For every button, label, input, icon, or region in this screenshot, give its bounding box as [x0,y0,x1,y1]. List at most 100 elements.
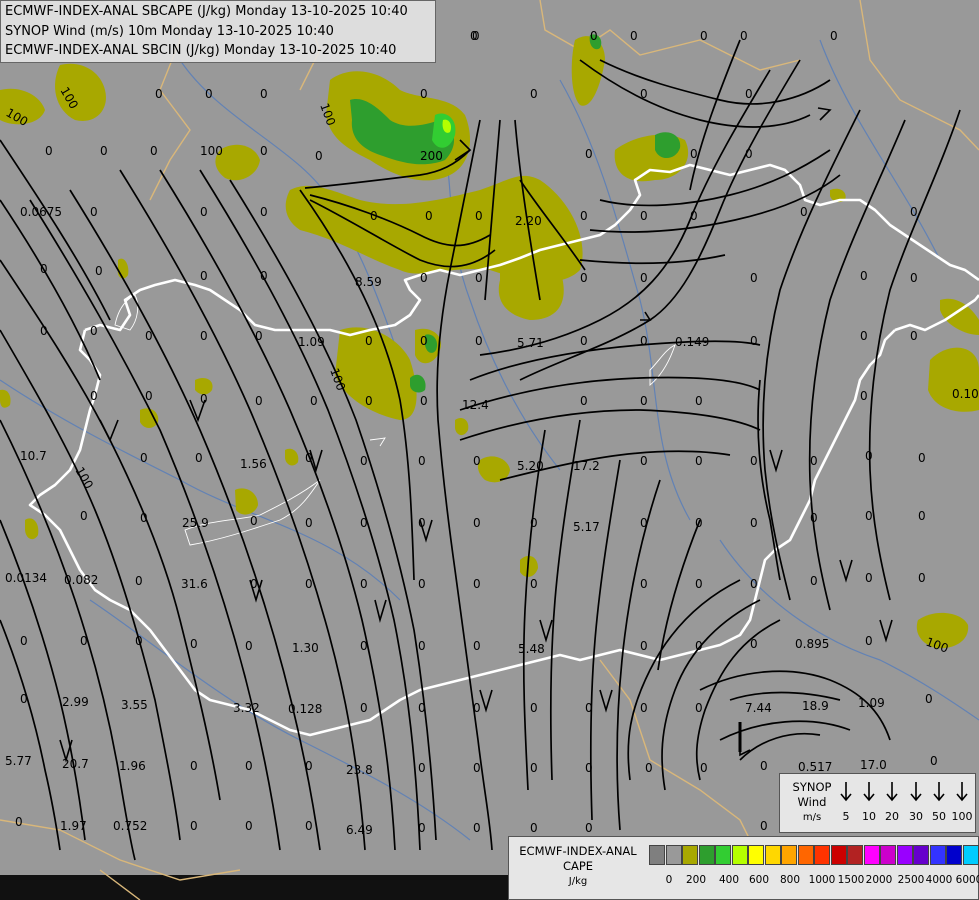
cape-value-label: 0 [418,821,426,835]
cape-value-label: 0 [473,577,481,591]
cape-value-label: 0 [80,509,88,523]
cape-color-swatch [946,845,962,865]
cape-value-label: 0 [750,271,758,285]
cape-value-label: 0 [90,324,98,338]
cape-value-label: 5.17 [573,520,600,534]
cape-value-label: 0 [315,149,323,163]
wind-speed-label: 100 [951,810,973,823]
cape-value-label: 0 [370,209,378,223]
cape-value-label: 0 [155,87,163,101]
cape-legend-title: ECMWF-INDEX-ANAL CAPE J/kg [513,844,643,889]
cape-value-label: 0 [530,87,538,101]
cape-value-label: 0 [745,147,753,161]
cape-value-label: 0 [580,394,588,408]
cape-value-label: 7.44 [745,701,772,715]
cape-value-label: 0 [750,577,758,591]
cape-color-swatch [715,845,731,865]
cape-value-label: 0 [530,761,538,775]
header-cape-line: ECMWF-INDEX-ANAL SBCAPE (J/kg) Monday 13… [5,4,408,19]
cape-legend-unit: J/kg [568,876,588,887]
cape-value-label: 0 [580,271,588,285]
cape-value-label: 0 [425,209,433,223]
cape-value-label: 0 [360,577,368,591]
cape-value-label: 0 [585,147,593,161]
cape-value-label: 0 [580,209,588,223]
cape-value-label: 0 [580,334,588,348]
cape-value-label: 0.0134 [5,571,47,585]
cape-color-swatch [748,845,764,865]
cape-color-swatch [731,845,748,865]
cape-tick-label: 200 [685,874,707,886]
cape-value-label: 0 [190,759,198,773]
cape-value-label: 0 [640,271,648,285]
cape-color-swatch [830,845,847,865]
cape-value-label: 0 [245,759,253,773]
cape-value-label: 0 [640,394,648,408]
wind-speed-label: 10 [862,810,876,823]
cape-tick-label: 1500 [837,874,865,886]
cape-value-label: 0 [200,392,208,406]
cape-value-label: 0 [418,516,426,530]
cape-value-label: 0 [530,577,538,591]
cape-color-swatch [682,845,698,865]
cape-tick-label: 4000 [925,874,953,886]
cape-value-label: 0.149 [675,335,709,349]
cape-value-label: 0 [810,574,818,588]
cape-value-label: 1.09 [298,335,325,349]
cape-value-label: 0 [260,87,268,101]
cape-value-label: 0 [473,516,481,530]
cape-color-swatch [847,845,863,865]
cape-value-label: 0 [530,821,538,835]
cape-value-label: 0 [865,509,873,523]
cape-value-label: 0 [245,819,253,833]
wind-speed-label: 5 [842,810,850,823]
wind-speed-label: 50 [932,810,946,823]
cape-value-label: 0 [305,759,313,773]
cape-value-label: 0 [305,451,313,465]
cape-value-label: 1.09 [858,696,885,710]
cape-value-label: 0 [255,329,263,343]
cape-value-label: 0 [645,761,653,775]
cape-value-label: 0 [150,144,158,158]
cape-value-label: 0 [630,29,638,43]
cape-value-label: 0 [470,29,478,43]
cape-value-label: 0.128 [288,702,322,716]
cape-color-swatch [781,845,797,865]
cape-value-label: 0 [830,29,838,43]
cape-value-label: 0 [145,329,153,343]
cape-value-label: 0.517 [798,760,832,774]
cape-value-label: 0 [585,821,593,835]
cape-color-swatch [896,845,913,865]
cape-value-label: 0.895 [795,637,829,651]
cape-value-label: 0 [475,334,483,348]
cape-value-label: 1.97 [60,819,87,833]
cape-value-label: 0 [40,262,48,276]
cape-value-label: 0 [740,29,748,43]
cape-value-label: 0 [255,394,263,408]
cape-value-label: 0 [305,819,313,833]
cape-color-legend: ECMWF-INDEX-ANAL CAPE J/kg 0 200 400 600 800… [508,836,979,900]
cin-contour-label: 200 [420,149,443,163]
cape-value-label: 0 [530,516,538,530]
cape-value-label: 0 [135,634,143,648]
cape-value-label: 0 [930,754,938,768]
cape-value-label: 0 [90,205,98,219]
cape-value-label: 0 [918,509,926,523]
cape-value-label: 5.20 [517,459,544,473]
cape-value-label: 0 [200,205,208,219]
cape-value-label: 0 [918,451,926,465]
cape-value-label: 0 [360,516,368,530]
cin-contour-label: 100 [200,144,223,158]
wind-speed-label: 20 [885,810,899,823]
cape-value-label: 0 [250,514,258,528]
cape-value-label: 0 [760,759,768,773]
cape-value-label: 0 [80,634,88,648]
cape-value-label: 0 [750,334,758,348]
cape-value-label: 0 [745,87,753,101]
cape-value-label: 31.6 [181,577,208,591]
cape-value-label: 0 [475,209,483,223]
cape-value-label: 0 [640,701,648,715]
cape-value-label: 0 [20,692,28,706]
cape-value-label: 0 [305,516,313,530]
cape-value-label: 0 [20,634,28,648]
